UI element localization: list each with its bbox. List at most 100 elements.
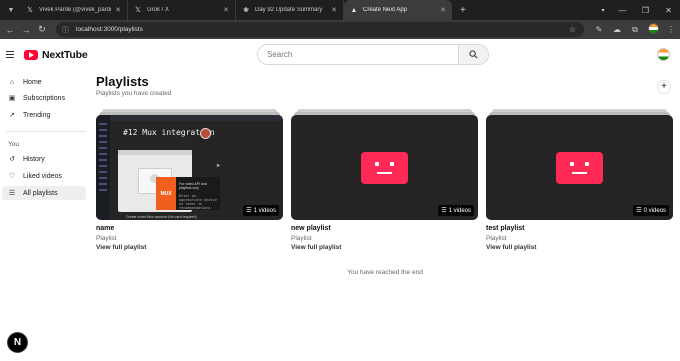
puzzle-icon[interactable]: ⧉: [626, 25, 644, 35]
browser-tab[interactable]: 𝕏 Vivek Parde (@vivek_parde) / X ✕: [20, 0, 128, 20]
chevron-down-icon[interactable]: ▾: [595, 7, 611, 14]
extension-icons: ✎ ☁ ⧉ ⋮: [590, 20, 680, 39]
address-bar[interactable]: ⓘ localhost:3000/playlists ☆: [56, 22, 584, 37]
sidebar-heading-you: You: [8, 141, 19, 148]
playlist-icon: ☰: [441, 208, 447, 214]
thumbnail-avatar: [200, 128, 211, 139]
tab-title: Day 92 Update Summary: [255, 7, 323, 13]
search-button[interactable]: [458, 45, 488, 64]
bookmark-star-icon[interactable]: ☆: [569, 25, 576, 34]
sidebar-item-label: Subscriptions: [23, 94, 66, 102]
x-logo-icon: 𝕏: [27, 7, 33, 14]
sidebar: ⌂ Home ▣ Subscriptions ↗ Trending You ↺ …: [0, 73, 92, 361]
close-icon[interactable]: ✕: [331, 6, 337, 14]
tab-title: Vivek Parde (@vivek_parde) / X: [39, 7, 112, 13]
sidebar-item-trending[interactable]: ↗ Trending: [2, 108, 86, 122]
tab-search-icon[interactable]: ▼: [2, 0, 20, 20]
playlist-title[interactable]: test playlist: [486, 225, 525, 232]
page-subtitle: Playlists you have created: [96, 90, 172, 97]
history-icon: ↺: [9, 156, 15, 163]
home-icon: ⌂: [9, 78, 15, 86]
video-count: 1 videos: [448, 207, 471, 214]
minimize-icon[interactable]: —: [611, 6, 634, 15]
menu-icon[interactable]: [6, 51, 14, 59]
back-icon[interactable]: ←: [2, 25, 18, 35]
sidebar-item-liked-videos[interactable]: ♡ Liked videos: [2, 169, 86, 183]
sidebar-item-history[interactable]: ↺ History: [2, 152, 86, 166]
playlist-title[interactable]: new playlist: [291, 225, 331, 232]
logo-text: NextTube: [42, 49, 88, 61]
thumbnail-topbar: [110, 115, 283, 121]
video-count-badge: ☰ 1 videos: [438, 205, 474, 216]
playlist-title[interactable]: name: [96, 225, 114, 232]
mux-caption: For video API and playlists only: [179, 182, 207, 190]
trending-icon: ↗: [9, 112, 15, 119]
logo[interactable]: NextTube: [24, 49, 88, 61]
sidebar-divider: [6, 131, 86, 132]
end-of-list-message: You have reached the end: [347, 269, 423, 276]
site-info-icon[interactable]: ⓘ: [62, 25, 69, 35]
extension-icon[interactable]: ☁: [608, 25, 626, 34]
view-playlist-link[interactable]: View full playlist: [486, 244, 536, 251]
search-input[interactable]: [258, 45, 458, 64]
nextjs-devtools-button[interactable]: N: [7, 332, 28, 353]
sidebar-item-subscriptions[interactable]: ▣ Subscriptions: [2, 91, 86, 105]
more-menu-icon[interactable]: ⋮: [662, 25, 680, 34]
tab-title: Create Next App: [363, 7, 408, 13]
create-playlist-button[interactable]: +: [657, 80, 671, 94]
reload-icon[interactable]: ↻: [34, 24, 50, 35]
error-face-icon: [361, 152, 408, 184]
sidebar-item-label: History: [23, 155, 45, 163]
playlist-thumbnail[interactable]: ☰ 0 videos: [486, 115, 673, 220]
sidebar-item-label: Liked videos: [23, 172, 62, 180]
search-bar: [257, 44, 489, 65]
thumbs-up-icon: ♡: [8, 173, 16, 180]
tab-title: Grok / X: [147, 7, 170, 13]
playlist-thumbnail[interactable]: #12 Mux integration ➤ MUX For video API …: [96, 115, 283, 220]
playlist-icon: ☰: [8, 190, 16, 197]
playlist-thumbnail[interactable]: ☰ 1 videos: [291, 115, 478, 220]
video-count: 1 videos: [253, 207, 276, 214]
sidebar-item-label: All playlists: [23, 189, 58, 197]
thumbnail-note: Create a free Mux account (No card requi…: [126, 215, 197, 219]
thumbnail-sidebar: [96, 115, 110, 220]
triangle-logo-icon: ▲: [350, 6, 358, 14]
video-count-badge: ☰ 1 videos: [243, 205, 279, 216]
video-count-badge: ☰ 0 videos: [633, 205, 669, 216]
sidebar-item-all-playlists[interactable]: ☰ All playlists: [2, 186, 86, 200]
app-header: NextTube: [0, 39, 680, 73]
browser-tab[interactable]: 𝕏 Grok / X ✕: [128, 0, 236, 20]
browser-tab-active[interactable]: ▲ Create Next App ✕: [344, 0, 452, 20]
close-window-icon[interactable]: ✕: [657, 6, 680, 15]
mux-logo: MUX: [156, 177, 176, 210]
user-avatar[interactable]: [657, 48, 670, 61]
page-title: Playlists: [96, 74, 149, 89]
subscriptions-icon: ▣: [8, 95, 16, 102]
browser-toolbar: ← → ↻ ⓘ localhost:3000/playlists ☆ ✎ ☁ ⧉…: [0, 20, 680, 39]
close-icon[interactable]: ✕: [115, 6, 121, 14]
profile-avatar[interactable]: [644, 23, 662, 36]
x-logo-icon: 𝕏: [135, 7, 141, 14]
play-logo-icon: [24, 50, 38, 60]
mux-subcaption: Enter an appropriate device at least in …: [179, 194, 217, 210]
view-playlist-link[interactable]: View full playlist: [96, 244, 146, 251]
new-tab-icon[interactable]: +: [460, 5, 466, 16]
playlist-icon: ☰: [636, 208, 642, 214]
video-count: 0 videos: [643, 207, 666, 214]
error-face-icon: [556, 152, 603, 184]
restore-icon[interactable]: ❐: [634, 6, 657, 15]
browser-tab[interactable]: ❀ Day 92 Update Summary ✕: [236, 0, 344, 20]
view-playlist-link[interactable]: View full playlist: [291, 244, 341, 251]
playlist-type: Playlist: [486, 235, 507, 242]
cursor-icon: ➤: [216, 163, 221, 169]
openai-logo-icon: ❀: [243, 7, 249, 14]
url-text: localhost:3000/playlists: [76, 26, 143, 33]
forward-icon[interactable]: →: [18, 25, 34, 35]
pen-extension-icon[interactable]: ✎: [590, 25, 608, 34]
close-icon[interactable]: ✕: [223, 6, 229, 14]
playlist-icon: ☰: [246, 208, 252, 214]
close-icon[interactable]: ✕: [440, 6, 446, 14]
sidebar-item-home[interactable]: ⌂ Home: [2, 75, 86, 89]
playlist-type: Playlist: [96, 235, 117, 242]
sidebar-item-label: Home: [23, 78, 42, 86]
